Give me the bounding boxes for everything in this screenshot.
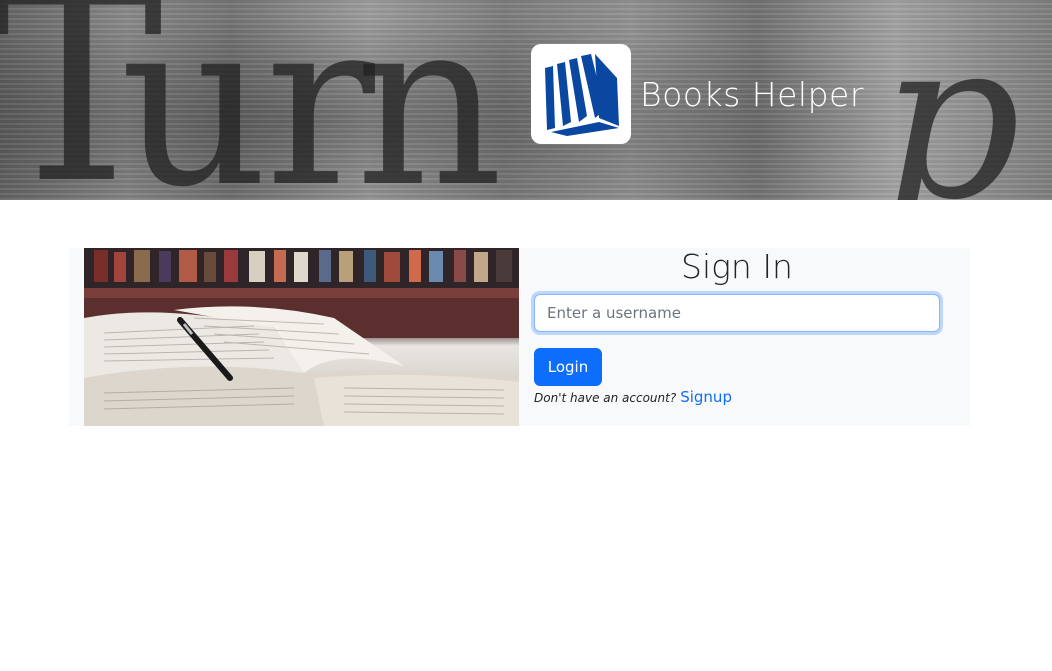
- brand: Books Helper: [531, 44, 864, 144]
- signup-link[interactable]: Signup: [680, 388, 732, 406]
- header-banner: T u r n p Books Helper: [0, 0, 1052, 200]
- signin-title: Sign In: [681, 247, 793, 286]
- open-book-image: [84, 248, 519, 426]
- signin-form: Sign In Login Don't have an account? Sig…: [534, 248, 940, 426]
- books-logo-icon: [531, 44, 631, 144]
- username-input[interactable]: [534, 294, 940, 332]
- signin-card: Sign In Login Don't have an account? Sig…: [69, 248, 970, 426]
- banner-shade: [0, 0, 1052, 200]
- brand-title: Books Helper: [640, 74, 864, 114]
- login-button[interactable]: Login: [534, 348, 602, 386]
- signup-prompt: Don't have an account? Signup: [534, 388, 732, 408]
- no-account-text: Don't have an account?: [534, 391, 677, 405]
